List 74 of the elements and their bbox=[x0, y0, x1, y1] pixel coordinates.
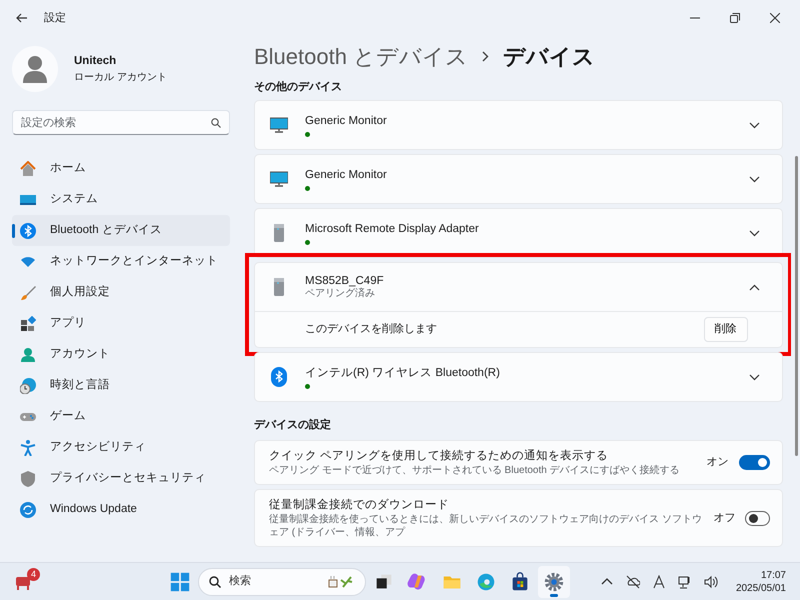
sidebar-item[interactable]: アプリ bbox=[12, 308, 230, 339]
toggle-switch[interactable] bbox=[745, 510, 770, 526]
chevron-down-icon[interactable] bbox=[748, 176, 760, 182]
setting-title: 従量制課金接続でのダウンロード bbox=[269, 498, 450, 513]
home-icon bbox=[20, 160, 36, 176]
cloud-off-icon[interactable] bbox=[626, 574, 640, 588]
sidebar-item[interactable]: システム bbox=[12, 184, 230, 215]
device-name: MS852B_C49F bbox=[305, 274, 385, 288]
chevron-up-icon[interactable] bbox=[748, 284, 760, 290]
globe-clock-icon bbox=[20, 378, 36, 394]
search-icon bbox=[211, 118, 221, 128]
sidebar-item[interactable]: アクセシビリティ bbox=[12, 432, 230, 463]
setting-description: 従量制課金接続を使っているときには、新しいデバイスのソフトウェア向けのデバイス ソフトウェア (ドライバー、情報、アプ bbox=[269, 513, 703, 539]
sidebar-item[interactable]: 時刻と言語 bbox=[12, 370, 230, 401]
person-icon bbox=[20, 346, 36, 362]
sidebar-item[interactable]: ネットワークとインターネット bbox=[12, 246, 230, 277]
shield-icon bbox=[20, 470, 36, 486]
update-icon bbox=[20, 502, 36, 518]
network-icon[interactable] bbox=[678, 574, 692, 588]
sidebar-item[interactable]: Windows Update bbox=[12, 494, 230, 525]
setting-description: ペアリング モードで近づけて、サポートされている Bluetooth デバイスにすばやく接続する bbox=[269, 464, 681, 477]
notification-badge: 4 bbox=[26, 568, 40, 582]
monitor-icon bbox=[270, 117, 288, 133]
sidebar-item[interactable]: プライバシーとセキュリティ bbox=[12, 463, 230, 494]
breadcrumb-parent[interactable]: Bluetooth とデバイス bbox=[254, 40, 468, 72]
device-name: Generic Monitor bbox=[305, 114, 388, 128]
remove-button[interactable]: 削除 bbox=[704, 317, 748, 342]
toggle-state: オン bbox=[706, 455, 729, 470]
back-icon[interactable] bbox=[16, 13, 28, 23]
chevron-down-icon[interactable] bbox=[748, 374, 760, 380]
chevron-down-icon[interactable] bbox=[748, 230, 760, 236]
avatar bbox=[12, 46, 58, 92]
bluetooth-icon bbox=[20, 222, 36, 238]
tower-icon bbox=[273, 277, 285, 297]
sidebar-item[interactable]: 個人用設定 bbox=[12, 277, 230, 308]
gear-icon[interactable] bbox=[543, 570, 565, 592]
sidebar-item[interactable]: ゲーム bbox=[12, 401, 230, 432]
section-title: その他のデバイス bbox=[254, 80, 343, 95]
chevron-right-icon bbox=[482, 50, 490, 62]
brush-icon bbox=[20, 284, 36, 300]
device-name: Microsoft Remote Display Adapter bbox=[305, 222, 480, 236]
close-icon[interactable] bbox=[770, 13, 780, 23]
maximize-icon[interactable] bbox=[730, 13, 740, 23]
page-title: デバイス bbox=[503, 42, 596, 70]
device-name: インテル(R) ワイヤレス Bluetooth(R) bbox=[305, 366, 501, 380]
section-title: デバイスの設定 bbox=[254, 418, 332, 433]
taskbar-clock[interactable]: 17:07 2025/05/01 bbox=[736, 568, 786, 594]
device-name: Generic Monitor bbox=[305, 168, 388, 182]
search-icon bbox=[209, 576, 221, 588]
taskbar-search[interactable]: 検索 bbox=[198, 568, 366, 596]
toggle-state: オフ bbox=[713, 510, 736, 526]
start-icon[interactable] bbox=[169, 570, 191, 592]
window-title: 設定 bbox=[44, 10, 66, 26]
setting-title: クイック ペアリングを使用して接続するための通知を表示する bbox=[269, 448, 610, 464]
device-status: ペアリング済み bbox=[305, 288, 376, 300]
sidebar-item[interactable]: ホーム bbox=[12, 153, 230, 184]
account-name: Unitech bbox=[74, 54, 118, 69]
scrollbar-thumb[interactable] bbox=[794, 156, 798, 456]
teacup-icon bbox=[327, 574, 355, 588]
sidebar-item[interactable]: アカウント bbox=[12, 339, 230, 370]
action-label: このデバイスを削除します bbox=[305, 322, 438, 338]
account-type: ローカル アカウント bbox=[74, 71, 167, 86]
chevron-down-icon[interactable] bbox=[748, 122, 760, 128]
search-placeholder: 検索 bbox=[229, 574, 252, 590]
speaker-icon[interactable] bbox=[704, 574, 718, 588]
ime-icon[interactable] bbox=[652, 574, 666, 588]
monitor-icon bbox=[270, 171, 288, 187]
bluetooth-icon bbox=[271, 367, 287, 387]
toggle-switch[interactable] bbox=[738, 455, 770, 470]
sidebar-item[interactable]: Bluetooth とデバイス bbox=[12, 215, 230, 246]
apps-icon bbox=[20, 316, 36, 332]
tower-icon bbox=[273, 223, 285, 243]
search-field[interactable]: 設定の検索 bbox=[12, 110, 230, 135]
accessibility-icon bbox=[20, 440, 36, 456]
